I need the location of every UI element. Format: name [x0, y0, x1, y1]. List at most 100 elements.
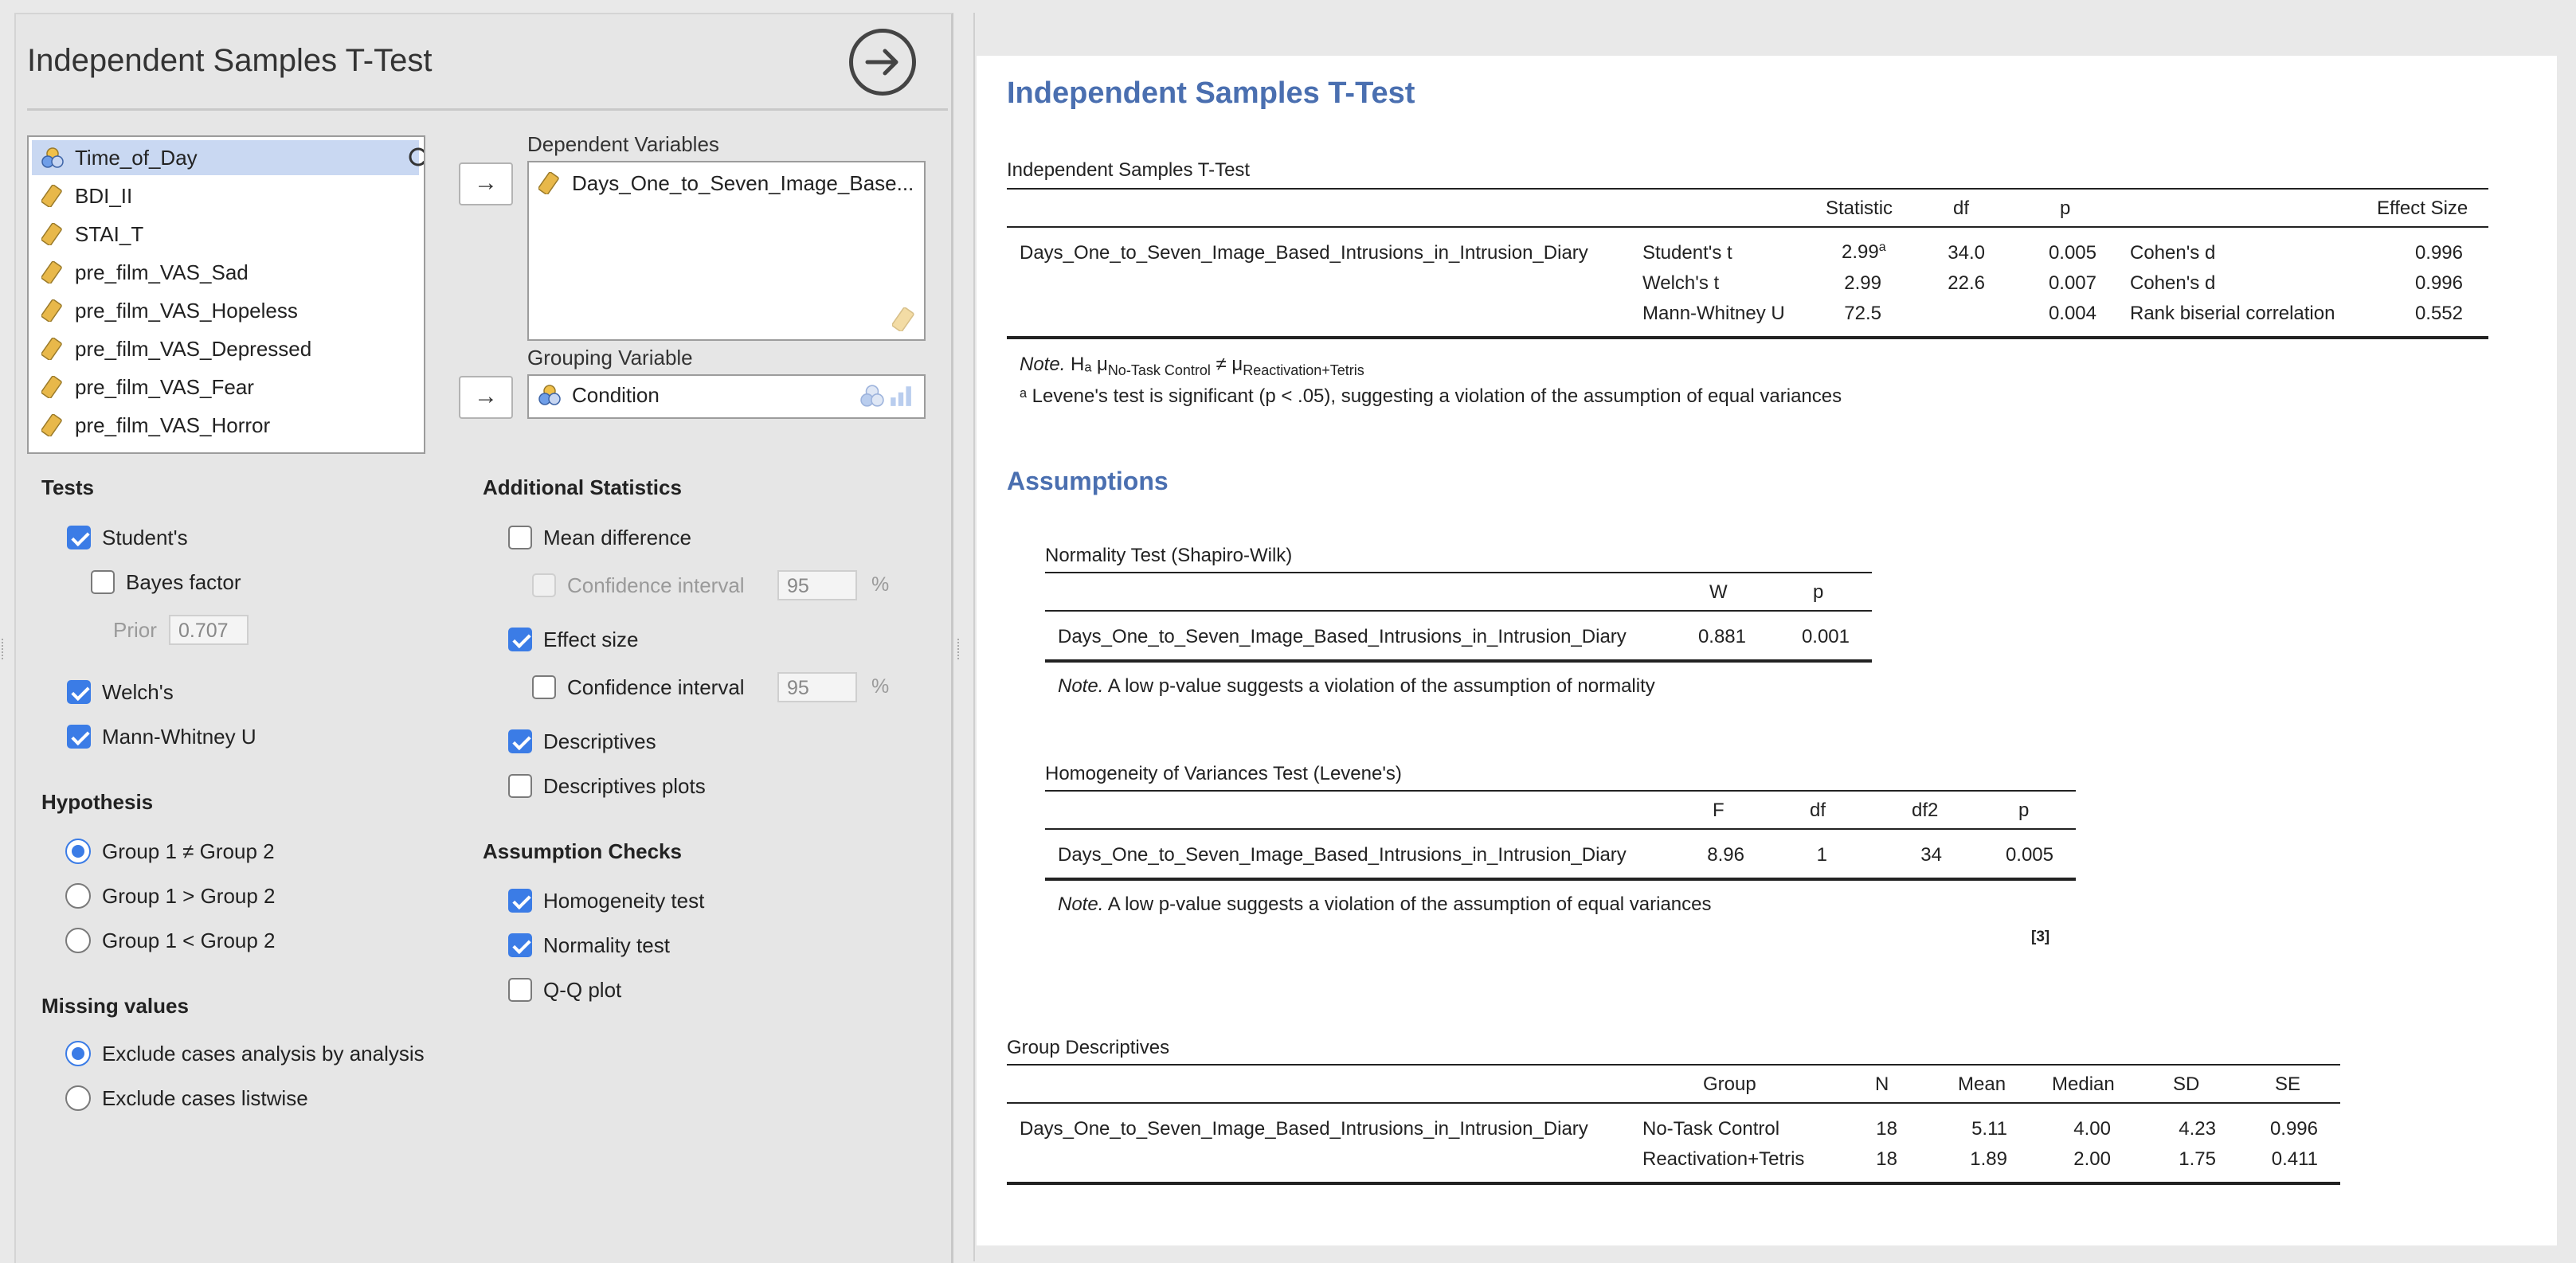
- dependent-variable-item[interactable]: Days_One_to_Seven_Image_Base...: [537, 167, 914, 199]
- descriptives-plots-label: Descriptives plots: [543, 774, 706, 798]
- run-button[interactable]: [849, 29, 916, 96]
- hypothesis-less-radio[interactable]: [65, 928, 91, 953]
- table-rule: [1007, 1182, 2340, 1185]
- assumption-checks-heading: Assumption Checks: [483, 839, 682, 863]
- list-item[interactable]: STAI_T: [37, 217, 417, 252]
- table-cell: 18: [1876, 1118, 1897, 1140]
- bayes-factor-checkbox[interactable]: [91, 570, 115, 594]
- table-cell: 0.996: [2414, 242, 2463, 264]
- splitter-handle[interactable]: [957, 639, 964, 659]
- dependent-variables-label: Dependent Variables: [527, 132, 719, 156]
- normality-table-title: Normality Test (Shapiro-Wilk): [1045, 545, 1293, 566]
- add-grouping-button[interactable]: →: [459, 376, 513, 419]
- reference-marker[interactable]: [3]: [2031, 929, 2049, 946]
- normality-test-checkbox[interactable]: [508, 933, 532, 957]
- column-header: p: [2060, 197, 2071, 219]
- arrow-right-icon: →: [474, 170, 498, 196]
- list-item[interactable]: BDI_II: [37, 178, 417, 213]
- ci-effect-size-input[interactable]: 95: [777, 672, 857, 702]
- grouping-variable-box[interactable]: Condition: [527, 374, 926, 419]
- column-header: p: [1813, 581, 1824, 603]
- list-item[interactable]: pre_film_VAS_Depressed: [37, 331, 417, 366]
- add-dependent-button[interactable]: →: [459, 162, 513, 205]
- students-checkbox[interactable]: [67, 526, 91, 549]
- ci-mean-difference-input[interactable]: 95: [777, 570, 857, 600]
- results-heading: Independent Samples T-Test: [1007, 76, 1415, 110]
- table-cell: 2.99: [1844, 272, 1881, 294]
- search-icon[interactable]: [406, 145, 425, 174]
- list-item[interactable]: pre_film_VAS_Fear: [37, 370, 417, 405]
- students-label: Student's: [102, 526, 188, 549]
- exclude-analysis-radio[interactable]: [65, 1041, 91, 1066]
- column-header: SE: [2275, 1073, 2301, 1095]
- prior-label: Prior: [113, 618, 157, 642]
- welch-checkbox[interactable]: [67, 680, 91, 704]
- scale-ruler-icon: [41, 414, 62, 436]
- mann-whitney-label: Mann-Whitney U: [102, 725, 256, 749]
- table-cell: Cohen's d: [2130, 242, 2216, 264]
- levene-table-title: Homogeneity of Variances Test (Levene's): [1045, 763, 1402, 784]
- table-cell: Days_One_to_Seven_Image_Based_Intrusions…: [1058, 844, 1627, 866]
- grouping-variable-label: Grouping Variable: [527, 346, 693, 370]
- table-cell: Cohen's d: [2130, 272, 2216, 294]
- scale-ruler-icon: [41, 299, 62, 322]
- hypothesis-greater-radio[interactable]: [65, 883, 91, 909]
- table-cell: Days_One_to_Seven_Image_Based_Intrusions…: [1020, 1118, 1588, 1140]
- table-rule: [1007, 1064, 2340, 1066]
- ci-effect-size-checkbox[interactable]: [532, 675, 556, 699]
- table-cell: Days_One_to_Seven_Image_Based_Intrusions…: [1020, 242, 1588, 264]
- column-header: df: [1953, 197, 1970, 219]
- scale-ruler-icon: [41, 376, 62, 398]
- list-item[interactable]: pre_film_VAS_Horror: [37, 408, 417, 443]
- list-item[interactable]: Time_of_Day: [32, 140, 424, 175]
- ttest-table-title: Independent Samples T-Test: [1007, 159, 1251, 181]
- scale-ruler-icon: [41, 338, 62, 360]
- exclude-listwise-radio[interactable]: [65, 1085, 91, 1111]
- dependent-variables-box[interactable]: Days_One_to_Seven_Image_Base...: [527, 161, 926, 341]
- table-rule: [1007, 336, 2488, 339]
- hypothesis-not-equal-radio[interactable]: [65, 839, 91, 864]
- list-item[interactable]: pre_film_VAS_Hopeless: [37, 293, 417, 328]
- table-cell: 0.996: [2269, 1118, 2318, 1140]
- table-cell: 22.6: [1948, 272, 1985, 294]
- hypothesis-greater-label: Group 1 > Group 2: [102, 884, 276, 908]
- hypothesis-heading: Hypothesis: [41, 790, 154, 814]
- missing-values-heading: Missing values: [41, 994, 189, 1018]
- ordinal-type-icon: [891, 386, 911, 406]
- scale-ruler-icon: [41, 223, 62, 245]
- mann-whitney-checkbox[interactable]: [67, 725, 91, 749]
- list-item-label: pre_film_VAS_Fear: [75, 375, 254, 399]
- splitter-handle[interactable]: [2, 639, 8, 659]
- prior-input[interactable]: 0.707: [169, 615, 249, 645]
- grouping-variable-item[interactable]: Condition: [537, 379, 660, 411]
- variables-list[interactable]: Time_of_Day BDI_II STAI_T pre_film_VAS_S…: [27, 135, 425, 454]
- bayes-factor-label: Bayes factor: [126, 570, 241, 594]
- nominal-variable-icon: [538, 385, 561, 405]
- table-cell: 4.00: [2073, 1118, 2111, 1140]
- column-header: p: [2018, 800, 2030, 821]
- table-cell: 4.23: [2179, 1118, 2216, 1140]
- table-cell: Reactivation+Tetris: [1642, 1148, 1805, 1170]
- qq-plot-checkbox[interactable]: [508, 978, 532, 1002]
- table-footnote: ᵃ Levene's test is significant (p < .05)…: [1020, 385, 1842, 407]
- table-note: Note. Hₐ μNo-Task Control ≠ μReactivatio…: [1020, 354, 1364, 378]
- list-item-label: BDI_II: [75, 184, 133, 208]
- column-header: Median: [2052, 1073, 2115, 1095]
- effect-size-label: Effect size: [543, 628, 639, 651]
- tests-heading: Tests: [41, 475, 94, 499]
- column-header: W: [1709, 581, 1728, 603]
- mean-difference-checkbox[interactable]: [508, 526, 532, 549]
- ci-mean-difference-checkbox[interactable]: [532, 573, 556, 597]
- descriptives-plots-checkbox[interactable]: [508, 774, 532, 798]
- normality-test-label: Normality test: [543, 933, 670, 957]
- percent-label: %: [871, 573, 890, 596]
- scale-ruler-icon: [41, 185, 62, 207]
- descriptives-checkbox[interactable]: [508, 729, 532, 753]
- table-cell: 0.881: [1697, 626, 1746, 647]
- qq-plot-label: Q-Q plot: [543, 978, 622, 1002]
- effect-size-checkbox[interactable]: [508, 628, 532, 651]
- table-cell: 34.0: [1948, 242, 1985, 264]
- mean-difference-label: Mean difference: [543, 526, 691, 549]
- list-item[interactable]: pre_film_VAS_Sad: [37, 255, 417, 290]
- homogeneity-test-checkbox[interactable]: [508, 889, 532, 913]
